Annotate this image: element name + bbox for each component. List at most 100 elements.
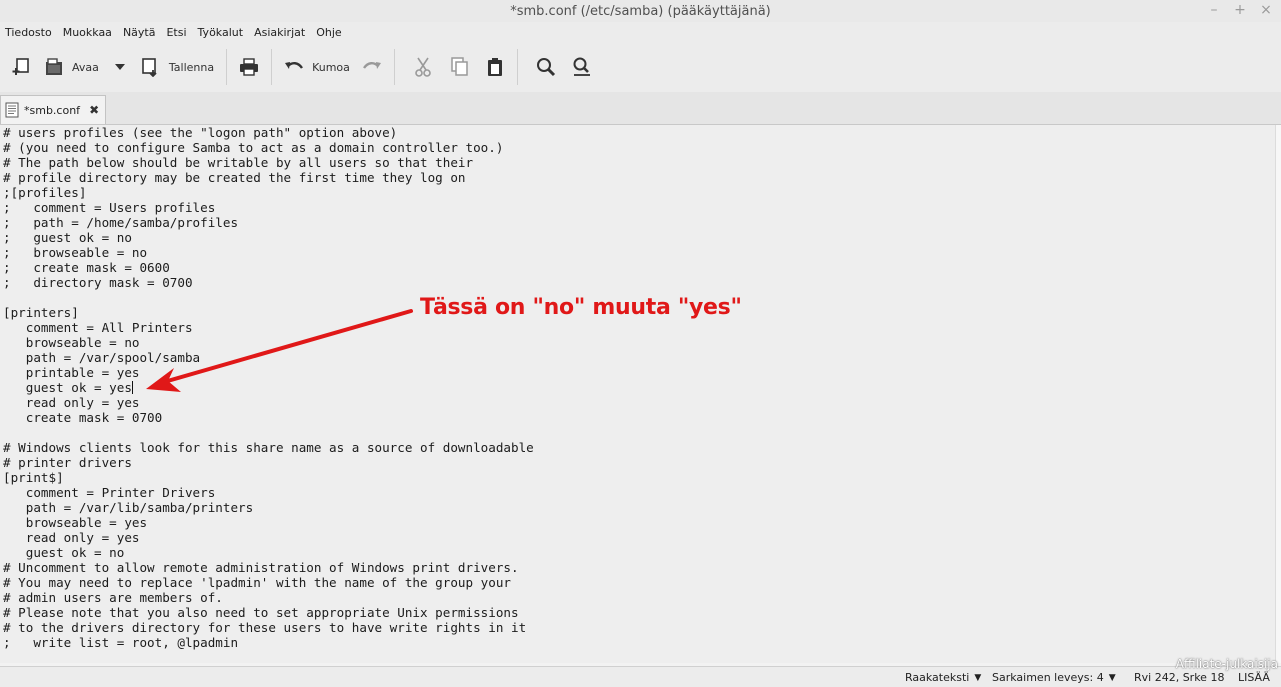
text-caret <box>131 381 133 394</box>
window-title: *smb.conf (/etc/samba) (pääkäyttäjänä) <box>510 3 771 19</box>
code-line[interactable]: ; create mask = 0600 <box>3 260 1276 275</box>
code-line[interactable]: read only = yes <box>3 530 1276 545</box>
code-line[interactable] <box>3 425 1276 440</box>
code-view[interactable]: # users profiles (see the "logon path" o… <box>0 125 1276 650</box>
code-line[interactable]: ; path = /home/samba/profiles <box>3 215 1276 230</box>
code-line[interactable]: # users profiles (see the "logon path" o… <box>3 125 1276 140</box>
search-replace-icon <box>573 57 590 76</box>
menu-help[interactable]: Ohje <box>311 26 347 39</box>
code-line[interactable]: # (you need to configure Samba to act as… <box>3 140 1276 155</box>
toolbar: Avaa Tallenna Kumoa <box>0 44 1281 90</box>
code-line[interactable]: # Windows clients look for this share na… <box>3 440 1276 455</box>
redo-button[interactable] <box>356 49 388 85</box>
undo-icon <box>285 62 304 69</box>
code-line[interactable]: guest ok = no <box>3 545 1276 560</box>
window-controls: – + × <box>1207 2 1273 18</box>
save-icon <box>142 58 157 77</box>
insert-mode: LISÄÄ <box>1238 671 1270 684</box>
open-icon <box>46 58 62 75</box>
toolbar-separator <box>271 49 273 85</box>
text-document-icon <box>5 102 19 118</box>
editor-window: *smb.conf (/etc/samba) (pääkäyttäjänä) –… <box>0 0 1281 687</box>
code-line[interactable]: path = /var/lib/samba/printers <box>3 500 1276 515</box>
print-icon <box>240 58 259 76</box>
menu-view[interactable]: Näytä <box>118 26 162 39</box>
code-line[interactable]: printable = yes <box>3 365 1276 380</box>
tab-smb-conf[interactable]: *smb.conf ✖ <box>0 95 106 124</box>
toolbar-separator <box>393 49 395 85</box>
code-line[interactable]: [print$] <box>3 470 1276 485</box>
open-label: Avaa <box>72 60 99 74</box>
code-line[interactable]: ;[profiles] <box>3 185 1276 200</box>
search-button[interactable] <box>530 49 562 85</box>
undo-label: Kumoa <box>312 60 350 74</box>
code-line[interactable]: ; browseable = no <box>3 245 1276 260</box>
new-document-button[interactable] <box>6 49 38 85</box>
cursor-position-label: Rvi 242, Srke 18 <box>1134 671 1225 684</box>
code-line[interactable]: # to the drivers directory for these use… <box>3 620 1276 635</box>
tab-width-selector[interactable]: Sarkaimen leveys: 4 ▼ <box>992 671 1116 684</box>
code-line[interactable]: # The path below should be writable by a… <box>3 155 1276 170</box>
save-button[interactable]: Tallenna <box>135 49 220 85</box>
insert-mode-label: LISÄÄ <box>1238 671 1270 684</box>
dropdown-arrow-icon <box>114 64 125 70</box>
code-line[interactable]: # Uncomment to allow remote administrati… <box>3 560 1276 575</box>
code-line[interactable]: comment = All Printers <box>3 320 1276 335</box>
open-button[interactable]: Avaa <box>38 49 105 85</box>
tab-close-icon[interactable]: ✖ <box>89 103 99 117</box>
copy-icon <box>451 57 468 76</box>
status-bar: Raakateksti ▼ Sarkaimen leveys: 4 ▼ Rvi … <box>0 657 1281 687</box>
toolbar-separator <box>516 49 518 85</box>
cut-icon <box>415 57 431 77</box>
open-recent-dropdown[interactable] <box>105 49 129 85</box>
code-line[interactable]: guest ok = yes <box>3 380 1276 395</box>
close-button[interactable]: × <box>1259 2 1273 18</box>
redo-icon <box>362 62 381 69</box>
text-editor[interactable]: # users profiles (see the "logon path" o… <box>0 125 1276 663</box>
menu-tools[interactable]: Työkalut <box>193 26 250 39</box>
cursor-position: Rvi 242, Srke 18 <box>1134 671 1224 684</box>
title-bar: *smb.conf (/etc/samba) (pääkäyttäjänä) –… <box>0 0 1281 22</box>
code-line[interactable]: # Please note that you also need to set … <box>3 605 1276 620</box>
tab-label: *smb.conf <box>24 103 81 117</box>
code-line[interactable]: path = /var/spool/samba <box>3 350 1276 365</box>
code-line[interactable]: browseable = no <box>3 335 1276 350</box>
menu-edit[interactable]: Muokkaa <box>58 26 118 39</box>
vertical-scrollbar[interactable] <box>1275 125 1281 663</box>
code-line[interactable]: ; guest ok = no <box>3 230 1276 245</box>
code-line[interactable]: # admin users are members of. <box>3 590 1276 605</box>
language-label: Raakateksti <box>905 671 970 684</box>
paste-icon <box>487 58 502 76</box>
cut-button[interactable] <box>407 49 439 85</box>
undo-button[interactable]: Kumoa <box>278 49 356 85</box>
watermark-text: Affiliate-julkaisija <box>1175 657 1278 671</box>
copy-button[interactable] <box>443 49 475 85</box>
new-document-icon <box>12 58 29 75</box>
search-replace-button[interactable] <box>566 49 598 85</box>
tab-bar: *smb.conf ✖ <box>0 92 1281 125</box>
maximize-button[interactable]: + <box>1233 2 1247 18</box>
code-line[interactable]: browseable = yes <box>3 515 1276 530</box>
language-selector[interactable]: Raakateksti ▼ <box>905 671 981 684</box>
code-line[interactable]: # profile directory may be created the f… <box>3 170 1276 185</box>
menu-documents[interactable]: Asiakirjat <box>249 26 311 39</box>
code-line[interactable]: # printer drivers <box>3 455 1276 470</box>
code-line[interactable]: comment = Printer Drivers <box>3 485 1276 500</box>
code-line[interactable]: ; directory mask = 0700 <box>3 275 1276 290</box>
code-line[interactable]: create mask = 0700 <box>3 410 1276 425</box>
chevron-down-icon: ▼ <box>1108 672 1116 683</box>
code-line[interactable]: read only = yes <box>3 395 1276 410</box>
paste-button[interactable] <box>479 49 511 85</box>
menu-file[interactable]: Tiedosto <box>0 26 58 39</box>
chevron-down-icon: ▼ <box>974 672 982 683</box>
code-line[interactable]: ; comment = Users profiles <box>3 200 1276 215</box>
save-label: Tallenna <box>168 60 215 74</box>
tab-width-label: Sarkaimen leveys: 4 <box>992 671 1104 684</box>
toolbar-separator <box>226 49 228 85</box>
code-line[interactable]: # You may need to replace 'lpadmin' with… <box>3 575 1276 590</box>
code-line[interactable]: ; write list = root, @lpadmin <box>3 635 1276 650</box>
print-button[interactable] <box>233 49 265 85</box>
minimize-button[interactable]: – <box>1207 2 1221 18</box>
search-icon <box>536 58 555 77</box>
menu-search[interactable]: Etsi <box>161 26 192 39</box>
